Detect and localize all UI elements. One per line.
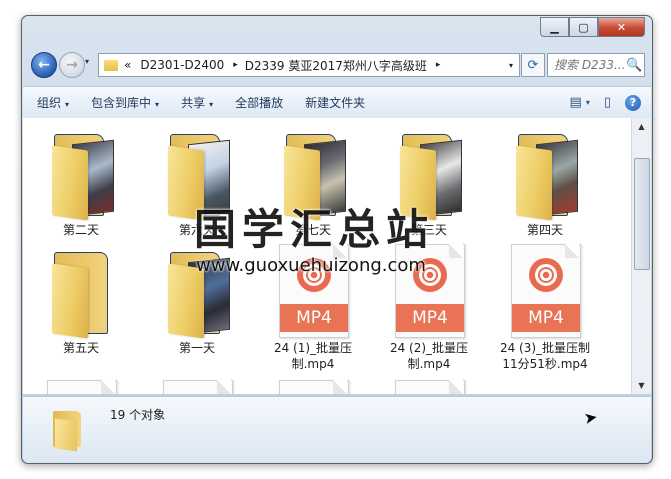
change-view-icon[interactable]: ▤ — [570, 95, 582, 110]
search-input[interactable] — [554, 58, 626, 72]
forward-button[interactable]: → — [59, 52, 85, 78]
maximize-button[interactable]: ▢ — [569, 17, 598, 37]
vertical-scrollbar[interactable]: ▲ ▼ — [631, 118, 651, 394]
file-item-mp4[interactable] — [31, 380, 131, 394]
path-overflow-chevron[interactable]: « — [124, 58, 131, 72]
view-options-dropdown-icon[interactable]: ▾ — [586, 98, 590, 107]
chevron-down-icon: ▾ — [209, 100, 214, 109]
folder-icon — [46, 126, 116, 222]
maximize-icon: ▢ — [578, 20, 589, 34]
include-in-library-menu[interactable]: 包含到库中 ▾ — [91, 94, 167, 111]
file-name: 第四天 — [526, 223, 563, 237]
share-menu[interactable]: 共享 ▾ — [181, 94, 221, 111]
file-item-mp4[interactable] — [379, 380, 479, 394]
mp4-file-icon — [275, 380, 351, 394]
file-item-folder[interactable]: 第四天 — [495, 126, 595, 238]
breadcrumb-segment[interactable]: D2301-D2400 — [140, 58, 224, 72]
scroll-down-icon[interactable]: ▼ — [632, 377, 651, 394]
minimize-button[interactable]: ▁ — [540, 17, 569, 37]
organize-label: 组织 — [37, 96, 62, 110]
play-all-button[interactable]: 全部播放 — [235, 94, 291, 111]
organize-menu[interactable]: 组织 ▾ — [37, 94, 77, 111]
preview-pane-icon[interactable]: ▯ — [604, 95, 611, 110]
search-icon[interactable]: 🔍 — [626, 58, 642, 73]
recent-pages-dropdown[interactable]: ▾ — [85, 57, 89, 66]
mp4-file-icon — [159, 380, 235, 394]
scroll-up-icon[interactable]: ▲ — [632, 118, 651, 135]
watermark-url: www.guoxuehuizong.com — [196, 255, 426, 276]
breadcrumb-separator-icon[interactable]: ▸ — [233, 60, 238, 70]
new-folder-button[interactable]: 新建文件夹 — [305, 94, 373, 111]
include-in-library-label: 包含到库中 — [91, 96, 152, 110]
scrollbar-thumb[interactable] — [634, 158, 650, 270]
close-button[interactable]: ✕ — [598, 17, 645, 37]
close-icon: ✕ — [616, 20, 627, 34]
breadcrumb-segment[interactable]: D2339 莫亚2017郑州八字高级班 — [245, 57, 427, 74]
mp4-file-icon — [391, 380, 467, 394]
play-all-label: 全部播放 — [235, 96, 284, 110]
details-pane: 19 个对象 — [23, 396, 651, 463]
file-name: 第一天 — [178, 341, 215, 355]
file-name: 24 (3)_批量压制11分51秒.mp4 — [499, 341, 591, 371]
command-bar: 组织 ▾ 包含到库中 ▾ 共享 ▾ 全部播放 新建文件夹 ▤ ▾ ▯ ? — [23, 86, 651, 119]
folder-icon — [510, 126, 580, 222]
file-type-label: MP4 — [512, 304, 580, 332]
file-item-folder[interactable]: 第五天 — [31, 244, 131, 356]
item-count: 19 个对象 — [110, 408, 166, 422]
refresh-button[interactable]: ⟳ — [521, 53, 545, 77]
file-name: 第二天 — [62, 223, 99, 237]
new-folder-label: 新建文件夹 — [305, 96, 366, 110]
share-label: 共享 — [181, 96, 206, 110]
film-reel-icon — [529, 258, 563, 292]
navigation-bar: ← → ▾ « D2301-D2400 ▸ D2339 莫亚2017郑州八字高级… — [30, 49, 645, 79]
minimize-icon: ▁ — [550, 20, 559, 34]
chevron-down-icon: ▾ — [65, 100, 70, 109]
address-dropdown-icon[interactable]: ▾ — [509, 61, 513, 70]
breadcrumb-separator-icon[interactable]: ▸ — [436, 60, 441, 70]
file-item-folder[interactable]: 第二天 — [31, 126, 131, 238]
address-bar[interactable]: « D2301-D2400 ▸ D2339 莫亚2017郑州八字高级班 ▸ ▾ — [98, 53, 520, 77]
search-box[interactable]: 🔍 — [547, 53, 645, 77]
mp4-file-icon — [43, 380, 119, 394]
file-item-mp4[interactable] — [263, 380, 363, 394]
file-name: 24 (1)_批量压制.mp4 — [273, 341, 353, 371]
chevron-down-icon: ▾ — [155, 100, 160, 109]
window-controls: ▁ ▢ ✕ — [540, 17, 645, 37]
file-type-label: MP4 — [280, 304, 348, 332]
forward-arrow-icon: → — [66, 57, 78, 73]
mp4-file-icon: MP4 — [507, 244, 583, 340]
watermark-title: 国学汇总站 — [194, 205, 435, 254]
folder-icon — [53, 411, 87, 452]
back-button[interactable]: ← — [31, 52, 57, 78]
file-type-label: MP4 — [396, 304, 464, 332]
file-item-mp4[interactable] — [147, 380, 247, 394]
folder-icon — [104, 59, 118, 71]
refresh-icon: ⟳ — [527, 57, 539, 73]
help-icon[interactable]: ? — [625, 94, 641, 111]
file-name: 第五天 — [62, 341, 99, 355]
back-arrow-icon: ← — [38, 57, 50, 73]
folder-icon — [46, 244, 116, 340]
file-name: 24 (2)_批量压制.mp4 — [389, 341, 469, 371]
file-item-mp4[interactable]: MP4 24 (3)_批量压制11分51秒.mp4 — [495, 244, 595, 372]
